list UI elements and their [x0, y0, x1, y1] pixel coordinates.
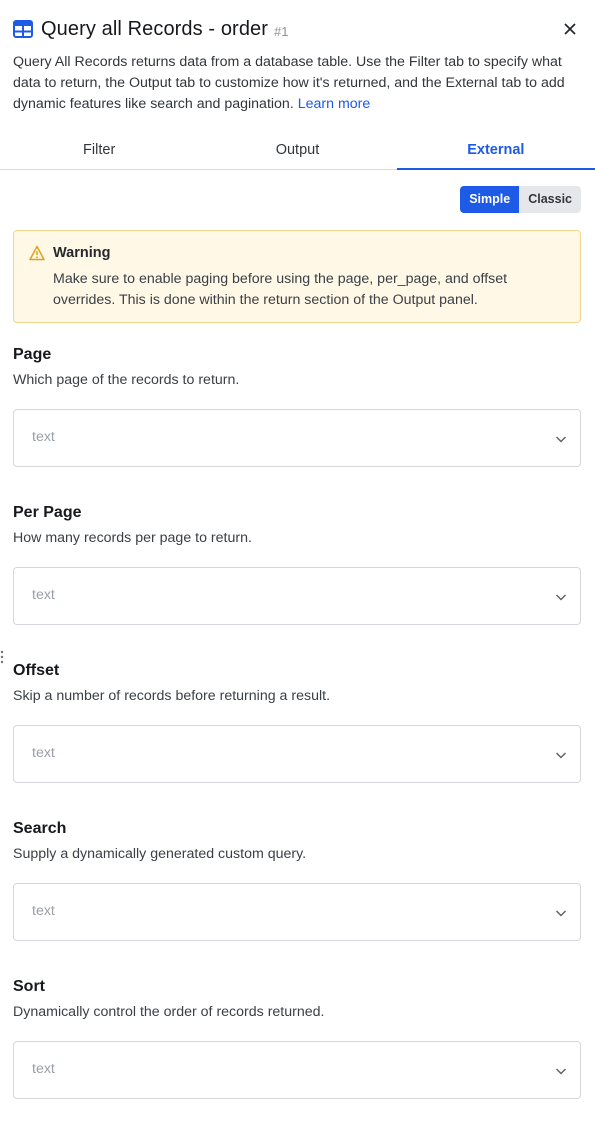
field-description: Dynamically control the order of records… [13, 1004, 325, 1020]
tab-bar: Filter Output External [0, 136, 595, 170]
field-search: Search Supply a dynamically generated cu… [13, 820, 581, 941]
chevron-down-icon [555, 594, 567, 601]
offset-select[interactable]: text [13, 725, 581, 783]
field-label: Search [13, 820, 67, 837]
select-placeholder: text [32, 745, 55, 761]
tab-filter[interactable]: Filter [0, 136, 198, 169]
select-placeholder: text [32, 1061, 55, 1077]
close-icon [564, 23, 576, 35]
simple-mode-button[interactable]: Simple [460, 186, 520, 213]
mode-toggle: Simple Classic [460, 186, 581, 213]
per-page-select[interactable]: text [13, 567, 581, 625]
field-description: Which page of the records to return. [13, 372, 240, 388]
classic-mode-button[interactable]: Classic [519, 186, 581, 213]
field-description: Skip a number of records before returnin… [13, 688, 331, 704]
search-select[interactable]: text [13, 883, 581, 941]
sort-select[interactable]: text [13, 1041, 581, 1099]
chevron-down-icon [555, 752, 567, 759]
field-per-page: Per Page How many records per page to re… [13, 504, 581, 625]
select-placeholder: text [32, 903, 55, 919]
table-icon [13, 20, 33, 38]
field-label: Offset [13, 662, 60, 679]
field-label: Sort [13, 978, 45, 995]
panel-header: Query all Records - order #1 [13, 16, 585, 42]
field-page: Page Which page of the records to return… [13, 346, 581, 467]
chevron-down-icon [555, 436, 567, 443]
field-offset: Offset Skip a number of records before r… [13, 662, 581, 783]
select-placeholder: text [32, 587, 55, 603]
description-text: Query All Records returns data from a da… [13, 54, 565, 112]
field-description: Supply a dynamically generated custom qu… [13, 846, 307, 862]
field-label: Page [13, 346, 52, 363]
chevron-down-icon [555, 1068, 567, 1075]
tab-output[interactable]: Output [198, 136, 396, 169]
warning-icon [29, 245, 45, 261]
chevron-down-icon [555, 910, 567, 917]
tab-external[interactable]: External [396, 136, 595, 170]
field-label: Per Page [13, 504, 82, 521]
field-description: How many records per page to return. [13, 530, 252, 546]
warning-text: Make sure to enable paging before using … [53, 271, 508, 308]
field-sort: Sort Dynamically control the order of re… [13, 978, 581, 1099]
warning-banner: Warning Make sure to enable paging befor… [13, 230, 581, 323]
page-title: Query all Records - order [41, 17, 269, 40]
page-select[interactable]: text [13, 409, 581, 467]
warning-title: Warning [53, 245, 111, 261]
learn-more-link[interactable]: Learn more [298, 96, 371, 112]
close-button[interactable] [559, 18, 581, 40]
select-placeholder: text [32, 429, 55, 445]
drag-handle-icon[interactable] [0, 650, 4, 664]
panel-description: Query All Records returns data from a da… [13, 52, 583, 115]
step-id-label: #1 [274, 24, 289, 39]
